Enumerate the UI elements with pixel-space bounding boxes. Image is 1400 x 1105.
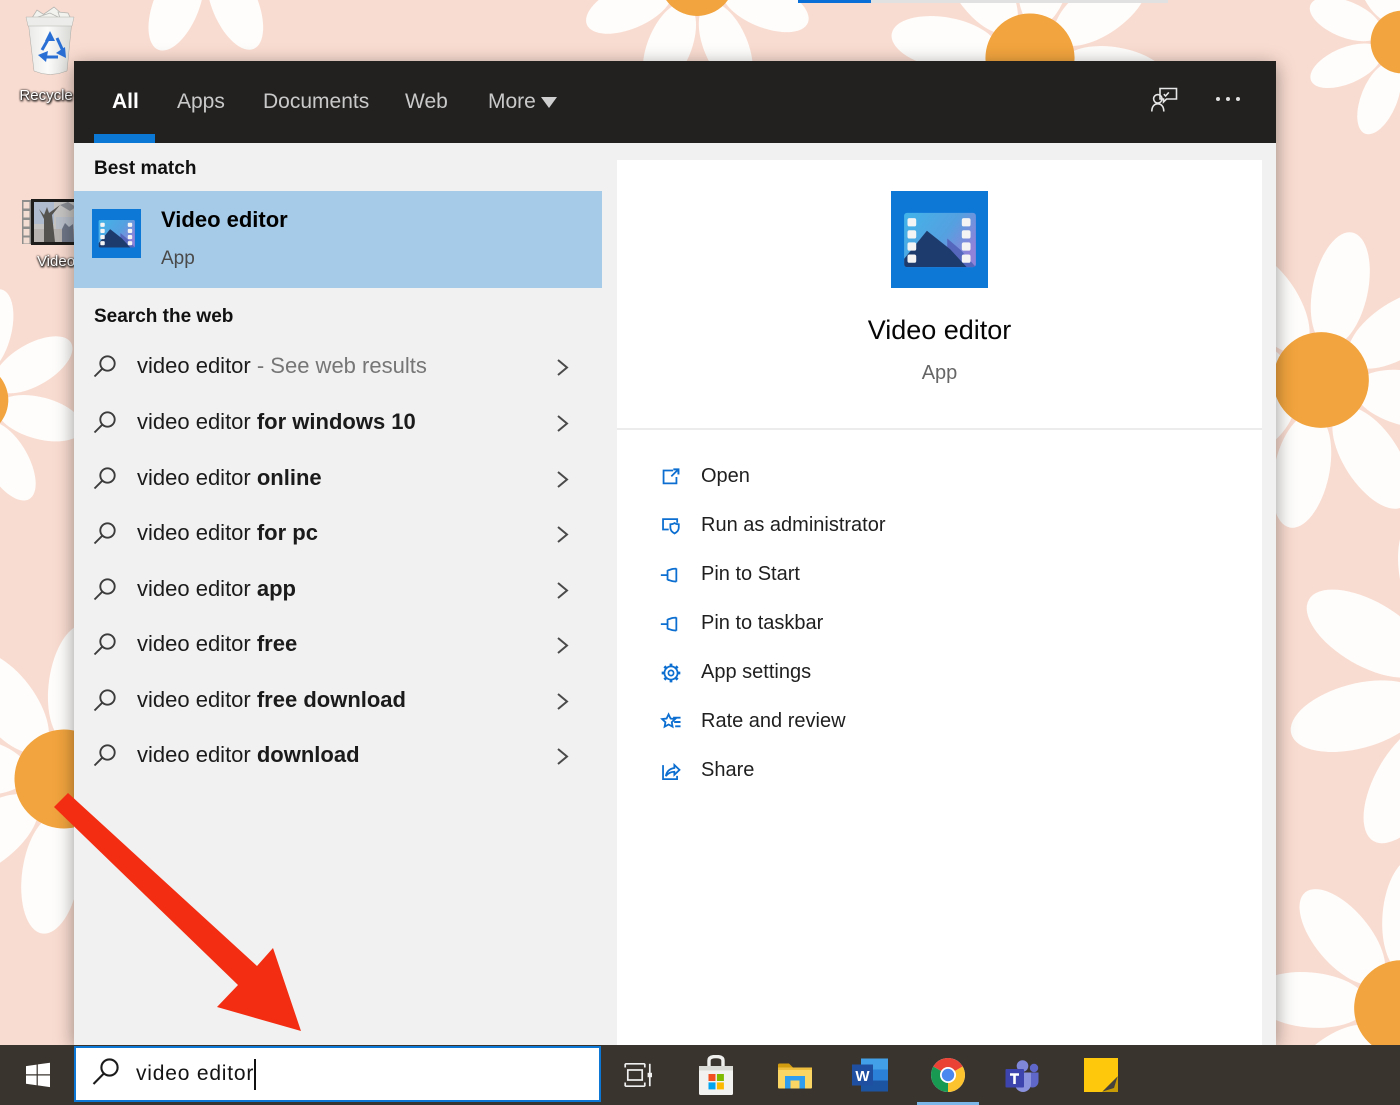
svg-text:W: W bbox=[855, 1068, 870, 1085]
